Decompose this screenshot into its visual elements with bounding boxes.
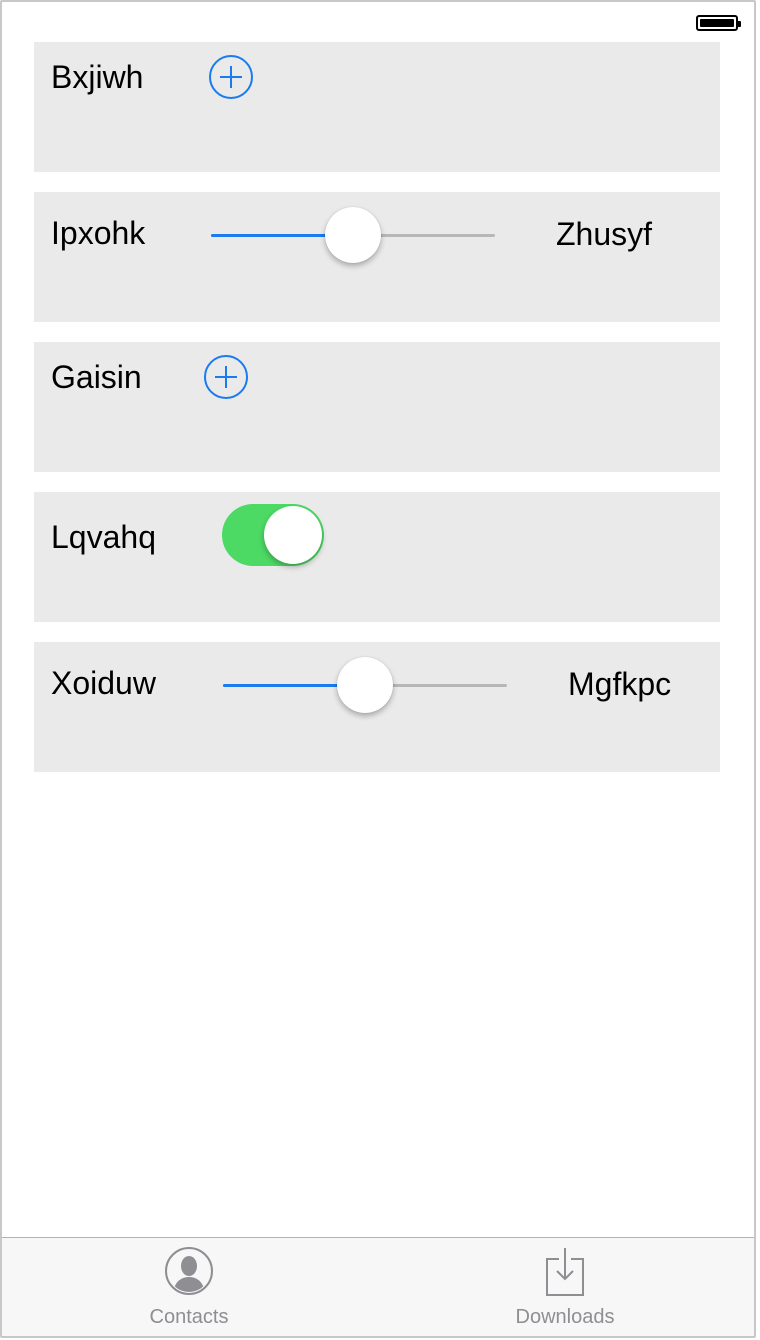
- plus-circle-icon[interactable]: [209, 55, 253, 99]
- slider-thumb[interactable]: [337, 657, 393, 713]
- slider[interactable]: [211, 206, 495, 264]
- row-label: Gaisin: [51, 359, 142, 395]
- list-item-xoiduw: Xoiduw Mgfkpc: [34, 642, 720, 772]
- tab-label: Downloads: [515, 1306, 615, 1328]
- slider-max-label: Zhusyf: [556, 216, 653, 252]
- row-label: Bxjiwh: [51, 59, 144, 95]
- row-label: Lqvahq: [51, 519, 156, 555]
- tab-downloads[interactable]: Downloads: [465, 1238, 665, 1336]
- slider-max-label: Mgfkpc: [568, 666, 672, 702]
- row-label: Ipxohk: [51, 215, 146, 251]
- list-item-gaisin: Gaisin: [34, 342, 720, 472]
- tab-label: Contacts: [149, 1306, 229, 1328]
- battery-full-icon: [696, 15, 741, 31]
- status-bar: [2, 2, 754, 42]
- list-item-bxjiwh: Bxjiwh: [34, 42, 720, 172]
- list-item-ipxohk: Ipxohk Zhusyf: [34, 192, 720, 322]
- toggle-knob: [264, 506, 322, 564]
- contacts-icon: [165, 1247, 213, 1295]
- tab-bar: Contacts Downloads: [2, 1237, 754, 1336]
- slider[interactable]: [223, 656, 507, 714]
- downloads-icon: [546, 1248, 584, 1296]
- toggle-switch[interactable]: [222, 504, 324, 566]
- plus-circle-icon[interactable]: [204, 355, 248, 399]
- phone-screen: Bxjiwh Ipxohk Zhusyf Gaisin Lqvahq Xoidu…: [0, 0, 756, 1338]
- row-label: Xoiduw: [51, 665, 156, 701]
- tab-contacts[interactable]: Contacts: [89, 1238, 289, 1336]
- list-item-lqvahq: Lqvahq: [34, 492, 720, 622]
- slider-thumb[interactable]: [325, 207, 381, 263]
